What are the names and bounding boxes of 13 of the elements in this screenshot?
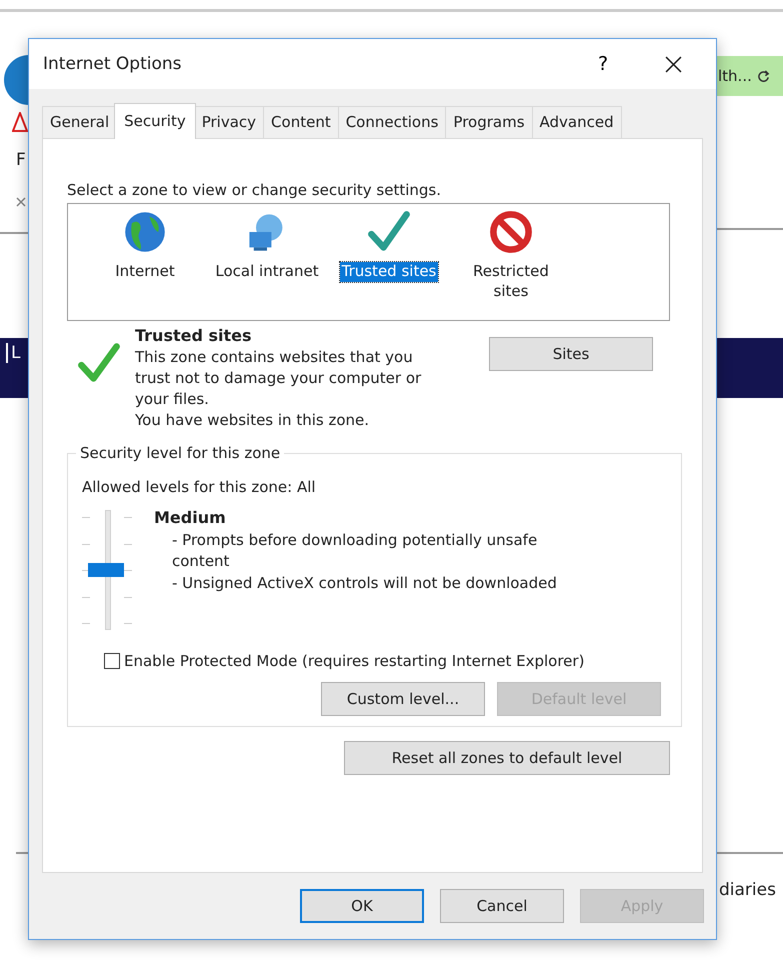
nav-text: L: [6, 343, 20, 363]
zone-note: You have websites in this zone.: [135, 410, 370, 432]
zone-title: Trusted sites: [135, 325, 253, 347]
group-legend: Security level for this zone: [76, 444, 284, 462]
page-text: diaries: [719, 880, 776, 900]
zone-prompt: Select a zone to view or change security settings.: [67, 181, 442, 199]
page-text: F: [16, 150, 26, 170]
level-description: - Prompts before downloading potentially unsafe content: [171, 530, 538, 572]
zone-description: This zone contains websites that you trust not to damage your computer or your files.: [135, 347, 422, 410]
level-description: - Unsigned ActiveX controls will not be downloaded: [171, 573, 558, 594]
window-title: Internet Options: [43, 54, 182, 74]
allowed-levels-text: Allowed levels for this zone: All: [82, 478, 317, 496]
level-name: Medium: [154, 507, 227, 530]
